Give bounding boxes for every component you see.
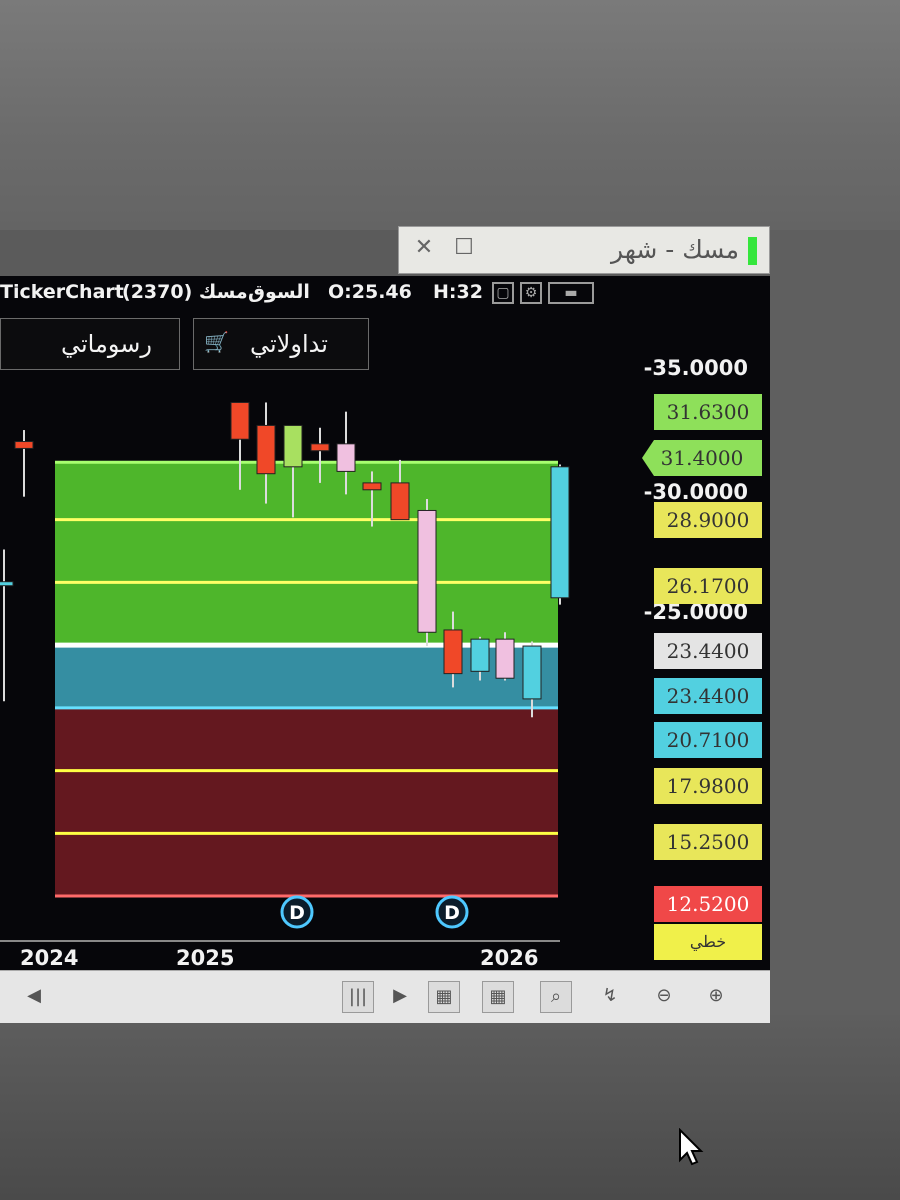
pause-button[interactable]: |||: [342, 981, 374, 1013]
candle-body: [550, 466, 570, 599]
candle-body: [283, 424, 303, 468]
price-tag: 23.4400: [654, 633, 762, 669]
price-tag: 12.5200: [654, 886, 762, 922]
window-title: مسك - شهر: [611, 235, 739, 264]
open-value: O:25.46: [328, 281, 412, 303]
tab-my-trades-label: تداولاتي: [250, 330, 328, 358]
candle-body: [470, 638, 490, 672]
scroll-right-button[interactable]: ▶: [384, 981, 416, 1013]
price-axis: -35.0000 -30.0000 -25.0000 31.6300 31.40…: [630, 276, 770, 970]
chart-toolbar: ◀ ||| ▶ ▦ ▦ ⌕ ↯ ⊖ ⊕: [0, 970, 770, 1023]
price-tag: 17.9800: [654, 768, 762, 804]
price-tag: 20.7100: [654, 722, 762, 758]
year-label: 2024: [20, 946, 79, 970]
status-indicator: [748, 237, 757, 265]
background-right: [770, 230, 900, 1020]
info-bar-icons: ▢ ⚙ ▬: [492, 282, 594, 304]
candle-body: [0, 581, 14, 587]
candle-body: [417, 509, 437, 633]
price-tag: 31.4000: [642, 440, 762, 476]
zoom-area-icon[interactable]: ▦: [428, 981, 460, 1013]
maximize-button[interactable]: ☐: [453, 237, 475, 259]
app-name: TickerChart: [0, 281, 124, 303]
candle-body: [14, 441, 34, 449]
price-tag: 26.1700: [654, 568, 762, 604]
line-mode-tag[interactable]: خطي: [654, 924, 762, 960]
price-tick: -30.0000: [643, 480, 748, 504]
candle-body: [443, 629, 463, 675]
zoom-range-icon[interactable]: ▦: [482, 981, 514, 1013]
tab-my-drawings-label: رسوماتي: [61, 330, 152, 358]
chart-window: D D TickerChart مسك (2370) السوق O:25.46 …: [0, 276, 770, 970]
zoom-in-icon[interactable]: ⊕: [700, 981, 732, 1013]
price-tag: 31.6300: [654, 394, 762, 430]
cart-icon: 🛒: [204, 330, 229, 354]
candle-body: [336, 443, 356, 472]
reset-icon[interactable]: ↯: [594, 981, 626, 1013]
price-zone: [55, 707, 558, 897]
window-icon[interactable]: ▢: [492, 282, 514, 304]
symbol-label: مسك (2370): [122, 281, 248, 303]
close-button[interactable]: ✕: [413, 237, 435, 259]
info-bar: TickerChart مسك (2370) السوق O:25.46 H:3…: [0, 276, 620, 310]
price-tag: 28.9000: [654, 502, 762, 538]
year-label: 2025: [176, 946, 235, 970]
candle-body: [390, 482, 410, 521]
time-axis: 2024 2025 2026: [0, 940, 560, 972]
candle-body: [310, 443, 330, 452]
candle-body: [256, 424, 276, 475]
zoom-select-icon[interactable]: ⌕: [540, 981, 572, 1013]
candle-body: [230, 401, 250, 440]
price-zone: [55, 462, 558, 646]
tab-my-trades[interactable]: 🛒 تداولاتي: [193, 318, 369, 370]
high-value: H:32: [433, 281, 483, 303]
price-tag: 23.4400: [654, 678, 762, 714]
zoom-out-icon[interactable]: ⊖: [648, 981, 680, 1013]
price-tick: -35.0000: [643, 356, 748, 380]
dividend-marker-label: D: [444, 902, 460, 924]
candle-body: [362, 482, 382, 491]
candle-body: [522, 645, 542, 700]
settings-icon[interactable]: ⚙: [520, 282, 542, 304]
tab-my-drawings[interactable]: رسوماتي: [0, 318, 180, 370]
mouse-cursor-icon: [679, 1128, 704, 1166]
candle-body: [495, 638, 515, 679]
toggle-icon[interactable]: ▬: [548, 282, 594, 304]
scroll-left-button[interactable]: ◀: [18, 981, 50, 1013]
window-titlebar[interactable]: مسك - شهر ✕ ☐: [398, 226, 770, 274]
market-label: السوق: [248, 281, 310, 303]
year-label: 2026: [480, 946, 539, 970]
price-tag: 15.2500: [654, 824, 762, 860]
dividend-marker-label: D: [289, 902, 305, 924]
background-top: [0, 0, 900, 230]
background-bottom: [0, 1015, 900, 1200]
